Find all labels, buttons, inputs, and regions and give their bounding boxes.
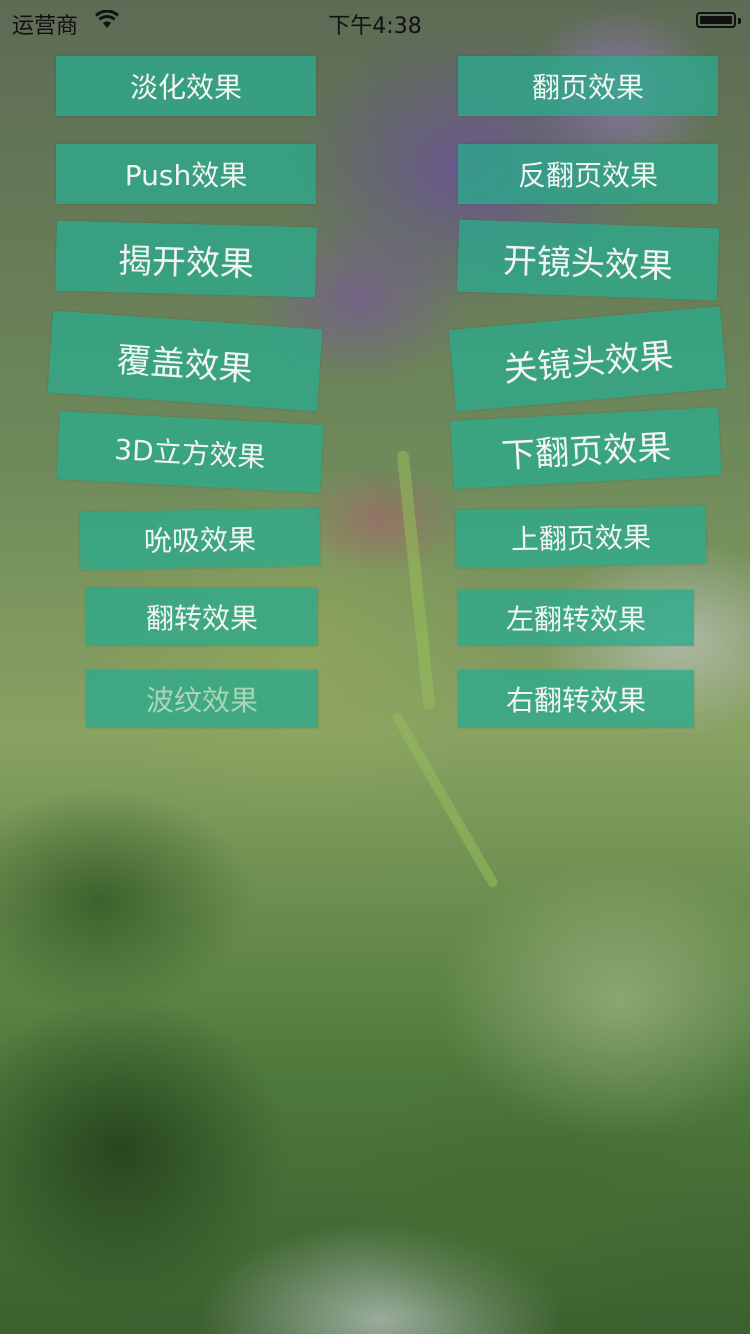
page-down-effect-button[interactable]: 下翻页效果 bbox=[450, 407, 722, 489]
push-effect-button[interactable]: Push效果 bbox=[56, 144, 316, 204]
status-time: 下午4:38 bbox=[328, 14, 422, 39]
camera-open-effect-button[interactable]: 开镜头效果 bbox=[456, 219, 720, 301]
flip-effect-button[interactable]: 翻转效果 bbox=[86, 588, 318, 646]
reveal-effect-button[interactable]: 揭开效果 bbox=[55, 220, 317, 298]
fade-effect-button[interactable]: 淡化效果 bbox=[56, 56, 316, 116]
status-bar: 运营商 下午4:38 bbox=[0, 0, 750, 40]
cube-3d-effect-button[interactable]: 3D立方效果 bbox=[56, 411, 324, 493]
flip-left-effect-button[interactable]: 左翻转效果 bbox=[458, 590, 694, 646]
page-up-effect-button[interactable]: 上翻页效果 bbox=[455, 505, 707, 569]
suck-effect-button[interactable]: 吮吸效果 bbox=[79, 507, 321, 571]
reverse-page-curl-effect-button[interactable]: 反翻页效果 bbox=[458, 144, 718, 204]
ripple-effect-button[interactable]: 波纹效果 bbox=[86, 670, 318, 728]
battery-icon bbox=[696, 12, 741, 28]
page-curl-effect-button[interactable]: 翻页效果 bbox=[458, 56, 718, 116]
flip-right-effect-button[interactable]: 右翻转效果 bbox=[458, 670, 694, 728]
